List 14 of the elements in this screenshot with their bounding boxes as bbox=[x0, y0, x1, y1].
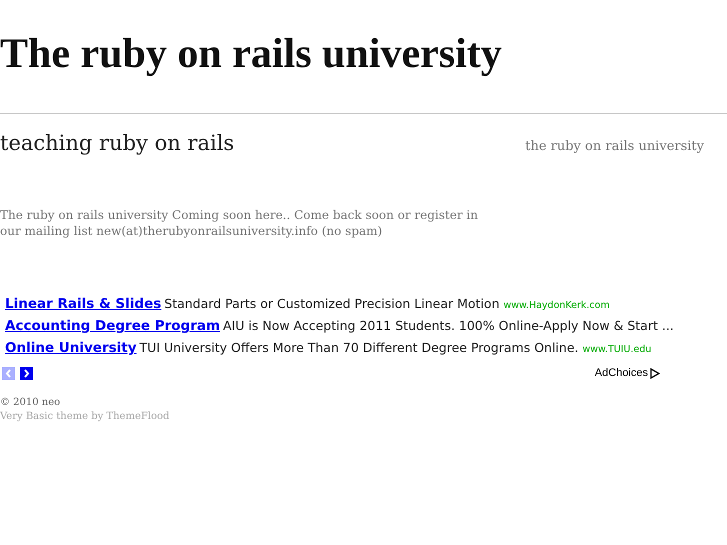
site-link[interactable]: the ruby on rails university bbox=[525, 139, 704, 154]
ad-text: AIU is Now Accepting 2011 Students. 100% Online-Apply Now & Start ... bbox=[223, 318, 674, 333]
play-icon[interactable] bbox=[650, 368, 660, 378]
theme-credit: Very Basic theme by ThemeFlood bbox=[0, 410, 170, 424]
adchoices-link[interactable]: AdChoices bbox=[594, 367, 648, 379]
tagline: teaching ruby on rails bbox=[0, 131, 234, 155]
ad-link[interactable]: Accounting Degree Program bbox=[5, 318, 220, 334]
site-title: The ruby on rails university bbox=[0, 30, 503, 76]
ad-link[interactable]: Linear Rails & Slides bbox=[5, 296, 162, 312]
intro-paragraph: The ruby on rails university Coming soon here.. Come back soon or register in our mailing list new(at)therubyonrailsuniversity.info (no spam) bbox=[0, 207, 479, 239]
ad-link[interactable]: Online University bbox=[5, 340, 137, 356]
copyright: © 2010 neo bbox=[0, 396, 62, 410]
ad-text: Standard Parts or Customized Precision Linear Motion bbox=[164, 296, 500, 311]
ad-text: TUI University Offers More Than 70 Different Degree Programs Online. bbox=[140, 340, 578, 355]
